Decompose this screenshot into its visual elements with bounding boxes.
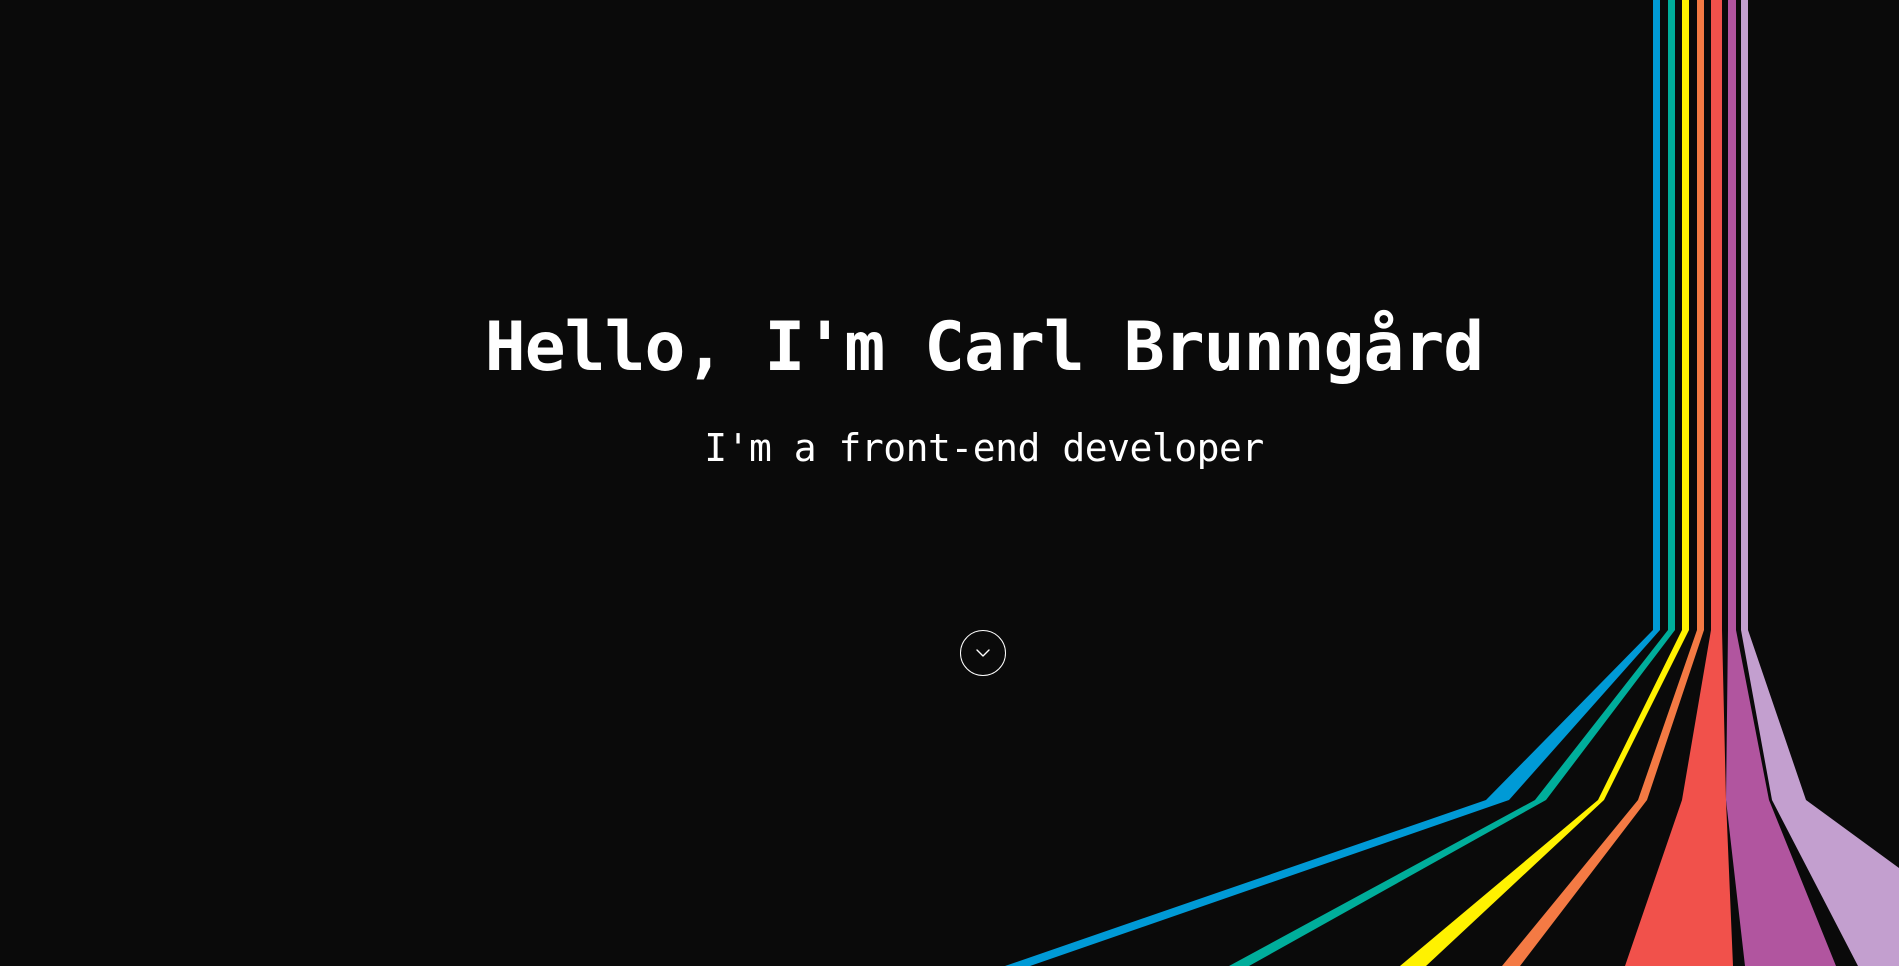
scroll-down-button[interactable] <box>960 630 1006 676</box>
stripe-orange <box>1502 0 1704 966</box>
hero-section: Hello, I'm Carl Brunngård I'm a front-en… <box>0 0 1899 966</box>
stripe-magenta <box>1726 0 1836 966</box>
stripe-lavender <box>1741 0 1899 966</box>
hero-title: Hello, I'm Carl Brunngård <box>484 308 1485 387</box>
stripe-red <box>1625 0 1733 966</box>
chevron-down-icon <box>975 648 991 658</box>
stripe-blue <box>1005 0 1660 966</box>
hero-subtitle: I'm a front-end developer <box>704 426 1264 470</box>
stripe-yellow <box>1400 0 1689 966</box>
stripe-teal <box>1229 0 1675 966</box>
rainbow-stripes-graphic <box>1005 0 1899 966</box>
